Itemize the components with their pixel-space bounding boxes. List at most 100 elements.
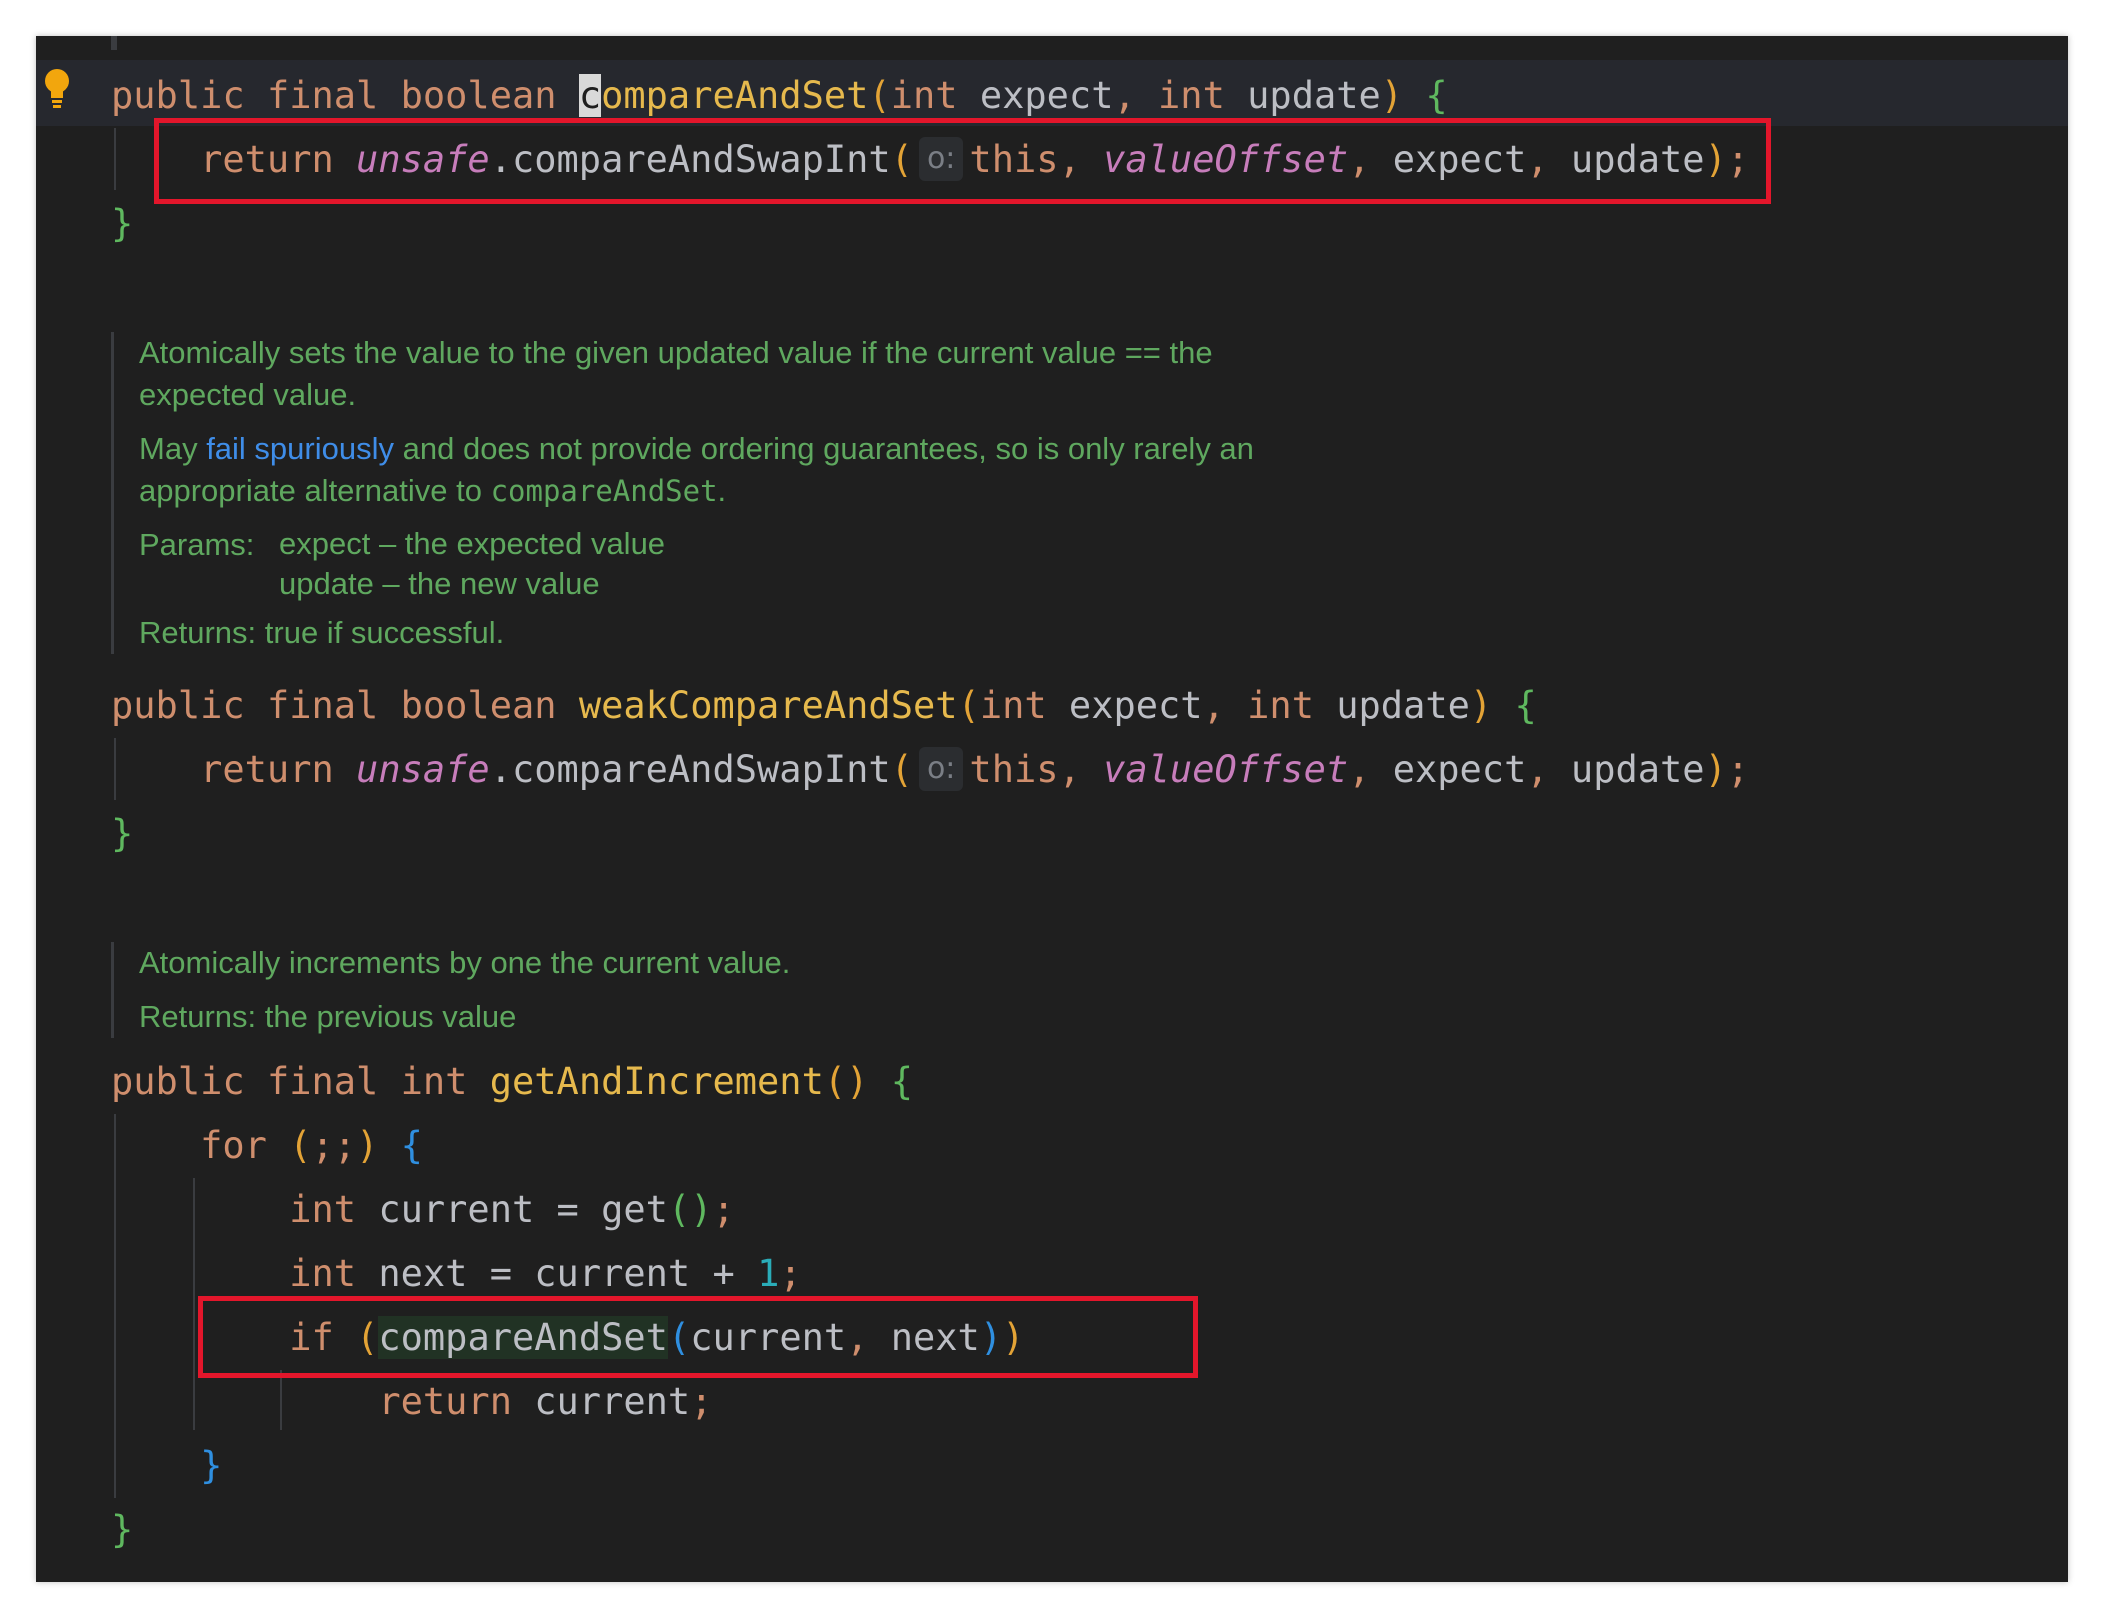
code-line-13[interactable]: }: [111, 1436, 222, 1496]
variable: next: [378, 1252, 468, 1295]
number-literal: 1: [757, 1252, 780, 1295]
paren: ): [356, 1124, 379, 1167]
brace: {: [890, 1060, 913, 1103]
semicolons: ;;: [311, 1124, 357, 1167]
doc-paragraph: May fail spuriously and does not provide…: [139, 428, 1289, 512]
doc-text: May: [139, 431, 207, 466]
annotation-highlight-box: [198, 1296, 1198, 1378]
keyword: int: [289, 1188, 357, 1231]
code-line-10[interactable]: int next = current + 1;: [111, 1244, 802, 1304]
keyword: int: [890, 74, 958, 117]
code-line-9[interactable]: int current = get();: [111, 1180, 735, 1240]
keyword: int: [1158, 74, 1225, 117]
param: expect: [1068, 684, 1203, 727]
paren: (: [868, 74, 891, 117]
keyword: boolean: [400, 74, 557, 117]
keyword: public: [111, 74, 245, 117]
static-field: valueOffset: [1103, 748, 1349, 791]
javadoc-block: Atomically sets the value to the given u…: [111, 332, 1539, 654]
method-name: weakCompareAndSet: [578, 684, 958, 727]
keyword: for: [200, 1124, 267, 1167]
paren: (: [289, 1124, 312, 1167]
indent-guide-top: [111, 36, 117, 50]
keyword: return: [200, 748, 334, 791]
comma: ,: [1202, 684, 1225, 727]
doc-params-label: Params:: [139, 527, 255, 562]
code-line-1[interactable]: public final boolean compareAndSet(int e…: [111, 66, 1448, 126]
static-field: unsafe: [356, 748, 490, 791]
variable-ref: current: [534, 1252, 691, 1295]
doc-link[interactable]: fail spuriously: [206, 431, 394, 466]
code-line-5[interactable]: return unsafe.compareAndSwapInt(o: this, …: [111, 740, 1749, 800]
paren: ): [1469, 684, 1493, 727]
operator: =: [556, 1188, 579, 1231]
paren: (: [957, 684, 980, 727]
doc-param: expect – the expected value: [279, 526, 666, 561]
method-name: getAndIncrement: [489, 1060, 824, 1103]
brace: {: [1514, 684, 1537, 727]
code-line-6[interactable]: }: [111, 804, 133, 864]
keyword: this: [969, 748, 1059, 791]
semicolon: ;: [1726, 748, 1750, 791]
code-line-4[interactable]: public final boolean weakCompareAndSet(i…: [111, 676, 1537, 736]
brace: {: [400, 1124, 423, 1167]
comma: ,: [1526, 748, 1549, 791]
argument: update: [1570, 748, 1705, 791]
keyword: int: [979, 684, 1047, 727]
variable: current: [378, 1188, 535, 1231]
keyword: final: [266, 1060, 379, 1103]
doc-paragraph: Atomically increments by one the current…: [139, 945, 791, 980]
keyword: int: [400, 1060, 468, 1103]
brace: {: [1425, 74, 1448, 117]
method-call: .compareAndSwapInt: [489, 748, 891, 791]
brace: }: [111, 1508, 134, 1551]
code-line-3[interactable]: }: [111, 194, 133, 254]
argument: expect: [1392, 748, 1527, 791]
keyword: final: [266, 684, 379, 727]
keyword: int: [1247, 684, 1314, 727]
keyword: return: [378, 1380, 512, 1423]
paren: (: [890, 748, 913, 791]
code-line-14[interactable]: }: [111, 1500, 133, 1560]
javadoc-block: Atomically increments by one the current…: [111, 942, 1539, 1038]
paren: ): [1380, 74, 1404, 117]
paren: (): [823, 1060, 869, 1103]
annotation-highlight-box: [154, 118, 1771, 204]
code-editor[interactable]: public final boolean compareAndSet(int e…: [36, 36, 2068, 1582]
paren: (): [667, 1188, 713, 1231]
doc-code: compareAndSet: [490, 474, 718, 508]
doc-text: .: [717, 473, 727, 508]
code-line-7[interactable]: public final int getAndIncrement() {: [111, 1052, 913, 1112]
variable-ref: current: [534, 1380, 691, 1423]
method-name: ompareAndSet: [601, 74, 869, 117]
comma: ,: [1348, 748, 1371, 791]
doc-returns: Returns: the previous value: [139, 999, 517, 1034]
operator: +: [712, 1252, 735, 1295]
lightbulb-icon[interactable]: [44, 68, 70, 110]
comma: ,: [1058, 748, 1081, 791]
semicolon: ;: [690, 1380, 713, 1423]
doc-returns: Returns: true if successful.: [139, 615, 505, 650]
brace: }: [200, 1444, 223, 1487]
doc-param: update – the new value: [279, 566, 600, 601]
param: update: [1247, 74, 1381, 117]
keyword: public: [111, 1060, 245, 1103]
keyword: boolean: [400, 684, 557, 727]
code-line-12[interactable]: return current;: [111, 1372, 712, 1432]
param: expect: [979, 74, 1114, 117]
doc-paragraph: Atomically sets the value to the given u…: [139, 335, 1213, 412]
paren: ): [1704, 748, 1727, 791]
brace: }: [111, 812, 134, 855]
doc-params: Params: expect – the expected value upda…: [139, 524, 1539, 604]
brace: }: [111, 202, 134, 245]
text-cursor: c: [578, 74, 602, 117]
semicolon: ;: [712, 1188, 735, 1231]
keyword: int: [289, 1252, 357, 1295]
method-call: get: [601, 1188, 668, 1231]
keyword: final: [266, 74, 379, 117]
code-line-8[interactable]: for (;;) {: [111, 1116, 423, 1176]
semicolon: ;: [779, 1252, 802, 1295]
comma: ,: [1113, 74, 1136, 117]
keyword: public: [111, 684, 245, 727]
operator: =: [489, 1252, 512, 1295]
